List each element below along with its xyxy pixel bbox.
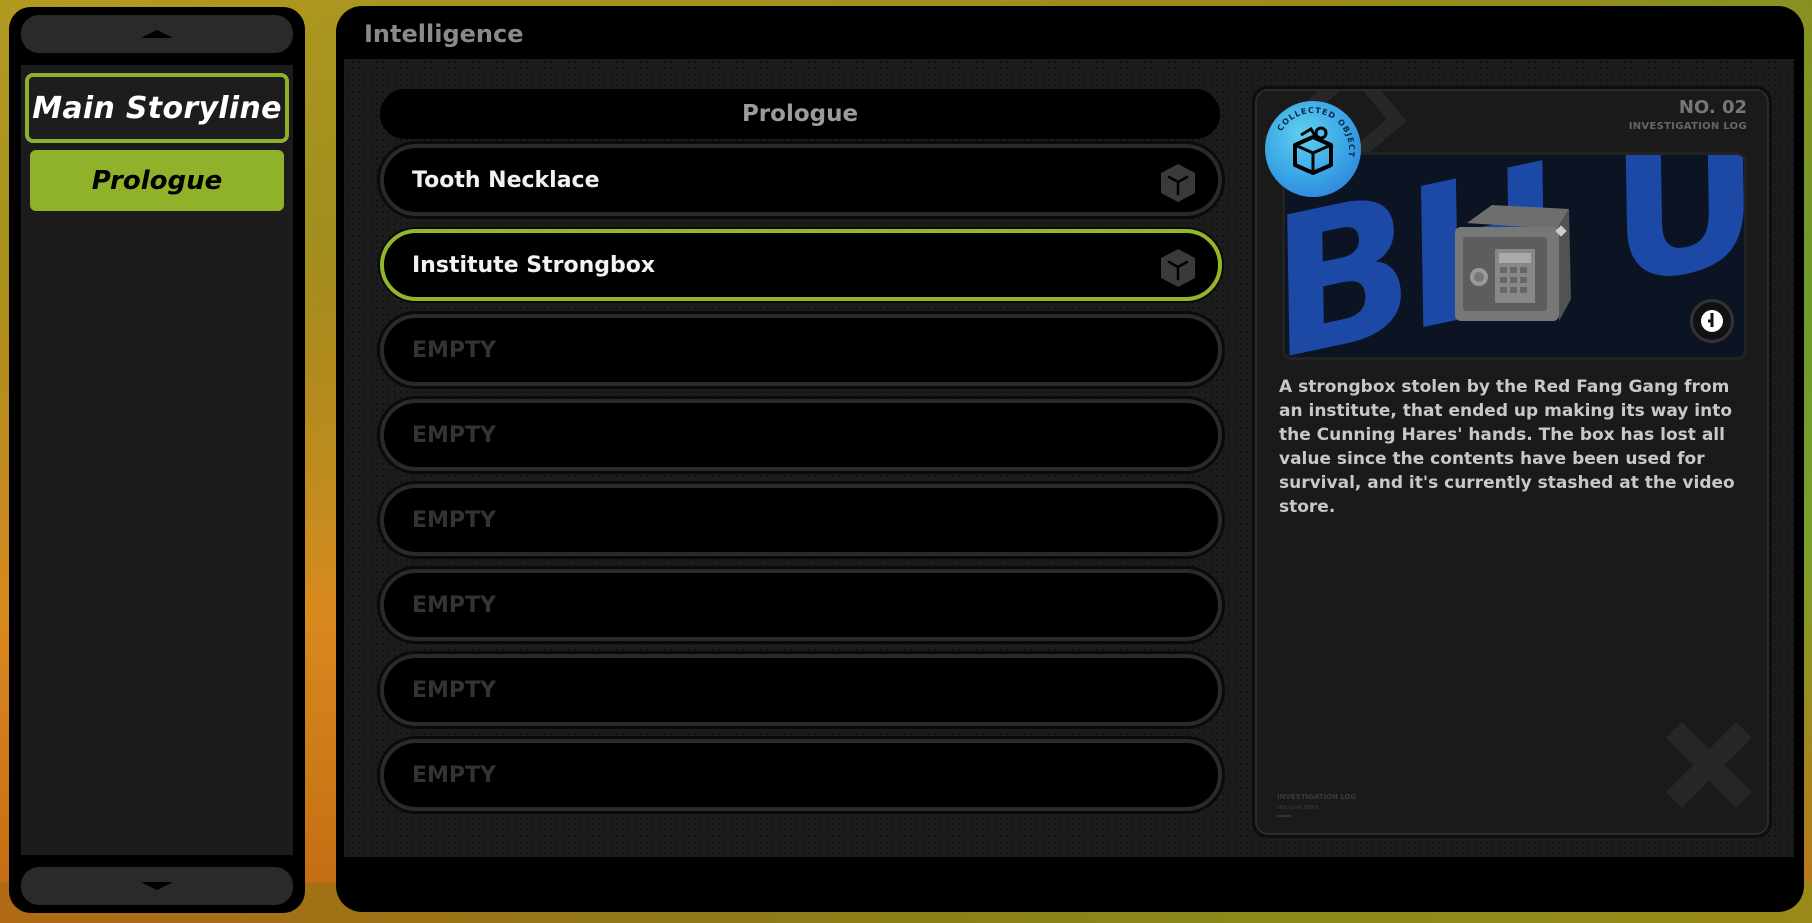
window-title: Intelligence	[364, 20, 524, 48]
decorative-cross-mark	[1666, 722, 1752, 808]
card-footer-bar	[1277, 815, 1291, 817]
list-item-empty[interactable]: EMPTY	[380, 739, 1222, 811]
entry-number: NO. 02	[1678, 97, 1747, 118]
scroll-up-button[interactable]	[21, 15, 293, 53]
sidebar-item-label: Main Storyline	[32, 90, 282, 126]
cube-icon	[1161, 249, 1195, 287]
strongbox-image	[1455, 205, 1571, 321]
item-description: A strongbox stolen by the Red Fang Gang …	[1279, 377, 1735, 517]
sidebar-item-label: Prologue	[91, 165, 223, 196]
list-item-empty[interactable]: EMPTY	[380, 569, 1222, 641]
list-item-empty[interactable]: EMPTY	[380, 314, 1222, 386]
cube-icon	[1161, 164, 1195, 202]
scroll-down-button[interactable]	[21, 867, 293, 905]
rotate-view-icon	[1701, 310, 1723, 332]
list-item-label: EMPTY	[412, 762, 496, 788]
list-item-label: Institute Strongbox	[412, 252, 656, 278]
collected-box-icon: COLLECTED OBJECT	[1276, 106, 1355, 175]
list-item-empty[interactable]: EMPTY	[380, 654, 1222, 726]
window-body: Prologue Tooth Necklace Institute Strong…	[344, 59, 1794, 857]
chapter-header: Prologue	[380, 89, 1220, 139]
entry-subtitle: INVESTIGATION LOG	[1628, 121, 1747, 132]
list-item-tooth-necklace[interactable]: Tooth Necklace	[380, 144, 1222, 216]
card-footer-subtitle: HOLLOW ZERO	[1277, 805, 1319, 811]
list-item-empty[interactable]: EMPTY	[380, 484, 1222, 556]
list-item-label: EMPTY	[412, 337, 496, 363]
list-item-empty[interactable]: EMPTY	[380, 399, 1222, 471]
list-item-label: Tooth Necklace	[412, 167, 600, 193]
sidebar-item-main-storyline[interactable]: Main Storyline	[25, 73, 289, 143]
category-sidebar: Main Storyline Prologue	[9, 7, 305, 913]
list-item-label: EMPTY	[412, 422, 496, 448]
rotate-view-button[interactable]	[1690, 299, 1734, 343]
list-item-label: EMPTY	[412, 507, 496, 533]
card-footer-title: INVESTIGATION LOG	[1277, 793, 1357, 801]
list-item-label: EMPTY	[412, 592, 496, 618]
sidebar-item-prologue[interactable]: Prologue	[30, 150, 284, 211]
collected-object-badge: COLLECTED OBJECT	[1265, 101, 1361, 197]
intelligence-window: Intelligence Prologue Tooth Necklace Ins…	[336, 6, 1804, 912]
list-item-label: EMPTY	[412, 677, 496, 703]
investigation-log-card: NO. 02 INVESTIGATION LOG BH UD COLLECTED…	[1252, 86, 1772, 838]
list-item-institute-strongbox[interactable]: Institute Strongbox	[380, 229, 1222, 301]
triangle-down-icon	[141, 882, 173, 890]
triangle-up-icon	[141, 30, 173, 38]
